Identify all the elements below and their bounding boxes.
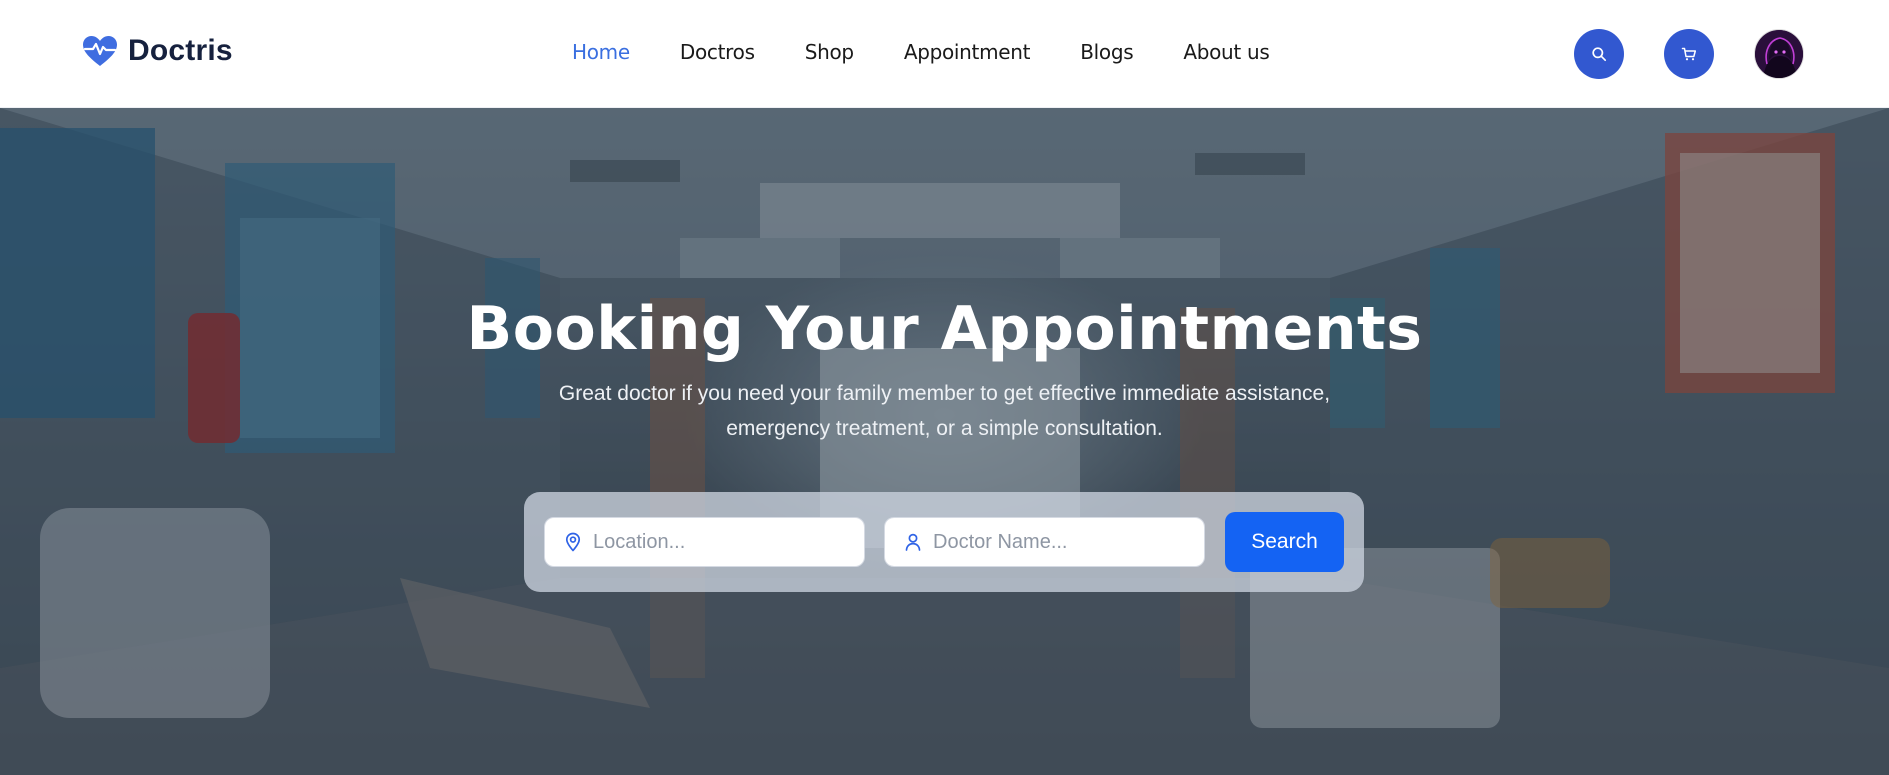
brand-logo[interactable]: Doctris bbox=[82, 34, 233, 68]
nav-item-appointment[interactable]: Appointment bbox=[904, 40, 1031, 64]
search-button[interactable]: Search bbox=[1225, 512, 1344, 572]
brand-name: Doctris bbox=[128, 34, 233, 67]
site-header: Doctris Home Doctros Shop Appointment Bl… bbox=[0, 0, 1889, 108]
hero-subtitle-line-1: Great doctor if you need your family mem… bbox=[558, 382, 1331, 405]
doctor-name-field[interactable] bbox=[884, 517, 1205, 567]
nav-item-blogs[interactable]: Blogs bbox=[1080, 40, 1133, 64]
nav-item-home[interactable]: Home bbox=[572, 40, 630, 64]
hero-subtitle: Great doctor if you need your family mem… bbox=[520, 376, 1369, 446]
header-search-button[interactable] bbox=[1574, 29, 1624, 79]
nav-item-shop[interactable]: Shop bbox=[805, 40, 854, 64]
hero-section: Booking Your Appointments Great doctor i… bbox=[0, 108, 1889, 775]
map-pin-icon bbox=[565, 532, 581, 552]
nav-item-doctors[interactable]: Doctros bbox=[680, 40, 755, 64]
main-nav: Home Doctros Shop Appointment Blogs Abou… bbox=[572, 40, 1320, 64]
user-avatar[interactable] bbox=[1754, 29, 1804, 79]
appointment-search-panel: Search bbox=[524, 492, 1364, 592]
search-icon bbox=[1592, 47, 1607, 62]
header-cart-button[interactable] bbox=[1664, 29, 1714, 79]
location-field[interactable] bbox=[544, 517, 865, 567]
user-icon bbox=[905, 533, 921, 551]
location-input[interactable] bbox=[593, 530, 853, 554]
avatar-image bbox=[1755, 30, 1803, 78]
hero-title: Booking Your Appointments bbox=[466, 294, 1423, 364]
cart-icon bbox=[1681, 47, 1697, 61]
nav-item-about-us[interactable]: About us bbox=[1183, 40, 1269, 64]
heart-pulse-icon bbox=[83, 36, 117, 66]
doctor-name-input[interactable] bbox=[933, 530, 1193, 554]
hero-subtitle-line-2: emergency treatment, or a simple consult… bbox=[726, 417, 1163, 440]
